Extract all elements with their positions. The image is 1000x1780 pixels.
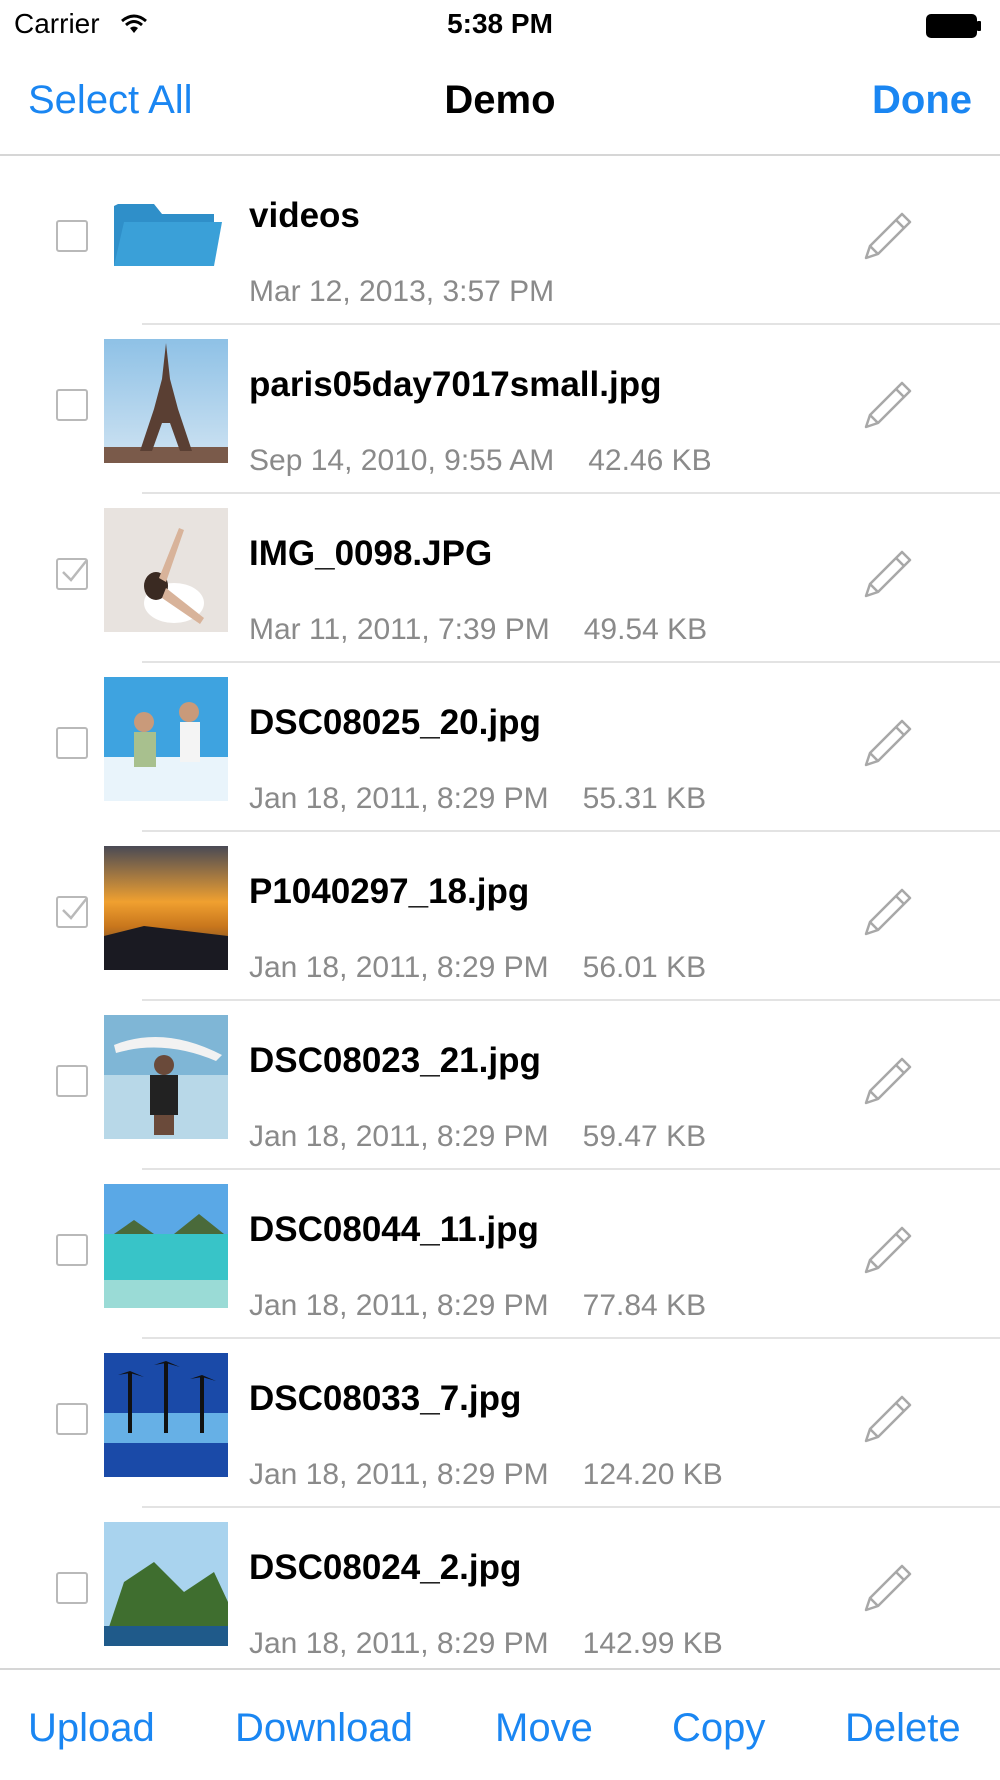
edit-pencil-icon[interactable] [858, 1051, 918, 1116]
file-meta: Jan 18, 2011, 8:29 PM 142.99 KB [249, 1627, 723, 1661]
file-row[interactable]: DSC08025_20.jpg Jan 18, 2011, 8:29 PM 55.3… [0, 663, 1000, 832]
edit-pencil-icon[interactable] [858, 1558, 918, 1623]
file-size: 77.84 KB [582, 1289, 707, 1322]
file-date: Jan 18, 2011, 8:29 PM [249, 1120, 549, 1153]
file-name: DSC08025_20.jpg [249, 703, 541, 742]
lagoon-photo [104, 1184, 228, 1308]
beach-jump-photo [104, 677, 228, 801]
file-date: Jan 18, 2011, 8:29 PM [249, 1627, 549, 1660]
file-meta: Jan 18, 2011, 8:29 PM 56.01 KB [249, 951, 706, 985]
file-name: DSC08024_2.jpg [249, 1548, 522, 1587]
eiffel-tower-photo [104, 339, 228, 463]
file-name: videos [249, 196, 360, 235]
file-size: 55.31 KB [582, 782, 707, 815]
file-meta: Jan 18, 2011, 8:29 PM 77.84 KB [249, 1289, 706, 1323]
done-button[interactable]: Done [872, 78, 972, 123]
file-date: Jan 18, 2011, 8:29 PM [249, 1289, 549, 1322]
edit-pencil-icon[interactable] [858, 375, 918, 440]
cliffs-photo [104, 1522, 228, 1646]
file-size: 42.46 KB [588, 444, 712, 477]
file-name: IMG_0098.JPG [249, 534, 493, 573]
palm-trees-photo [104, 1353, 228, 1477]
file-row[interactable]: videos Mar 12, 2013, 3:57 PM [0, 156, 1000, 325]
file-name: P1040297_18.jpg [249, 872, 530, 911]
file-size: 142.99 KB [582, 1627, 723, 1660]
select-checkbox[interactable] [56, 220, 88, 252]
file-meta: Mar 12, 2013, 3:57 PM [249, 275, 588, 309]
file-name: DSC08044_11.jpg [249, 1210, 539, 1249]
file-meta: Jan 18, 2011, 8:29 PM 124.20 KB [249, 1458, 723, 1492]
select-checkbox[interactable] [56, 1572, 88, 1604]
file-date: Mar 12, 2013, 3:57 PM [249, 275, 555, 308]
file-row[interactable]: DSC08024_2.jpg Jan 18, 2011, 8:29 PM 142.9… [0, 1508, 1000, 1668]
edit-pencil-icon[interactable] [858, 544, 918, 609]
surfer-photo [104, 1015, 228, 1139]
file-meta: Mar 11, 2011, 7:39 PM 49.54 KB [249, 613, 707, 647]
file-date: Jan 18, 2011, 8:29 PM [249, 1458, 549, 1491]
file-meta: Jan 18, 2011, 8:29 PM 59.47 KB [249, 1120, 706, 1154]
select-checkbox[interactable] [56, 1065, 88, 1097]
select-checkbox[interactable] [56, 896, 88, 928]
file-date: Jan 18, 2011, 8:29 PM [249, 782, 549, 815]
file-date: Jan 18, 2011, 8:29 PM [249, 951, 549, 984]
edit-pencil-icon[interactable] [858, 1220, 918, 1285]
file-size: 124.20 KB [582, 1458, 723, 1491]
file-size: 59.47 KB [582, 1120, 707, 1153]
battery-icon [926, 13, 982, 45]
file-row[interactable]: P1040297_18.jpg Jan 18, 2011, 8:29 PM 56.0… [0, 832, 1000, 1001]
clock: 5:38 PM [447, 8, 553, 39]
dancer-photo [104, 508, 228, 632]
select-checkbox[interactable] [56, 1403, 88, 1435]
file-size: 49.54 KB [583, 613, 708, 646]
move-button[interactable]: Move [495, 1706, 593, 1751]
navigation-bar: Select All Demo Done [0, 50, 1000, 156]
folder-icon [104, 170, 228, 294]
file-row[interactable]: IMG_0098.JPG Mar 11, 2011, 7:39 PM 49.54 K… [0, 494, 1000, 663]
file-date: Sep 14, 2010, 9:55 AM [249, 444, 555, 477]
edit-pencil-icon[interactable] [858, 1389, 918, 1454]
select-checkbox[interactable] [56, 558, 88, 590]
copy-button[interactable]: Copy [672, 1706, 765, 1751]
file-name: DSC08023_21.jpg [249, 1041, 541, 1080]
sunset-photo [104, 846, 228, 970]
select-checkbox[interactable] [56, 1234, 88, 1266]
edit-pencil-icon[interactable] [858, 713, 918, 778]
status-bar: Carrier 5:38 PM [0, 0, 1000, 50]
file-row[interactable]: DSC08023_21.jpg Jan 18, 2011, 8:29 PM 59.4… [0, 1001, 1000, 1170]
select-checkbox[interactable] [56, 389, 88, 421]
file-meta: Jan 18, 2011, 8:29 PM 55.31 KB [249, 782, 706, 816]
edit-pencil-icon[interactable] [858, 206, 918, 271]
file-name: DSC08033_7.jpg [249, 1379, 522, 1418]
file-name: paris05day7017small.jpg [249, 365, 662, 404]
select-checkbox[interactable] [56, 727, 88, 759]
edit-pencil-icon[interactable] [858, 882, 918, 947]
bottom-toolbar: Upload Download Move Copy Delete [0, 1668, 1000, 1780]
upload-button[interactable]: Upload [28, 1706, 155, 1751]
file-row[interactable]: paris05day7017small.jpg Sep 14, 2010, 9:5… [0, 325, 1000, 494]
download-button[interactable]: Download [235, 1706, 413, 1751]
file-list: videos Mar 12, 2013, 3:57 PM paris05day701… [0, 156, 1000, 1668]
file-row[interactable]: DSC08033_7.jpg Jan 18, 2011, 8:29 PM 124.2… [0, 1339, 1000, 1508]
file-date: Mar 11, 2011, 7:39 PM [249, 613, 550, 646]
file-row[interactable]: DSC08044_11.jpg Jan 18, 2011, 8:29 PM 77.8… [0, 1170, 1000, 1339]
file-meta: Sep 14, 2010, 9:55 AM 42.46 KB [249, 444, 712, 478]
page-title: Demo [444, 78, 556, 122]
delete-button[interactable]: Delete [845, 1706, 961, 1751]
file-size: 56.01 KB [582, 951, 707, 984]
